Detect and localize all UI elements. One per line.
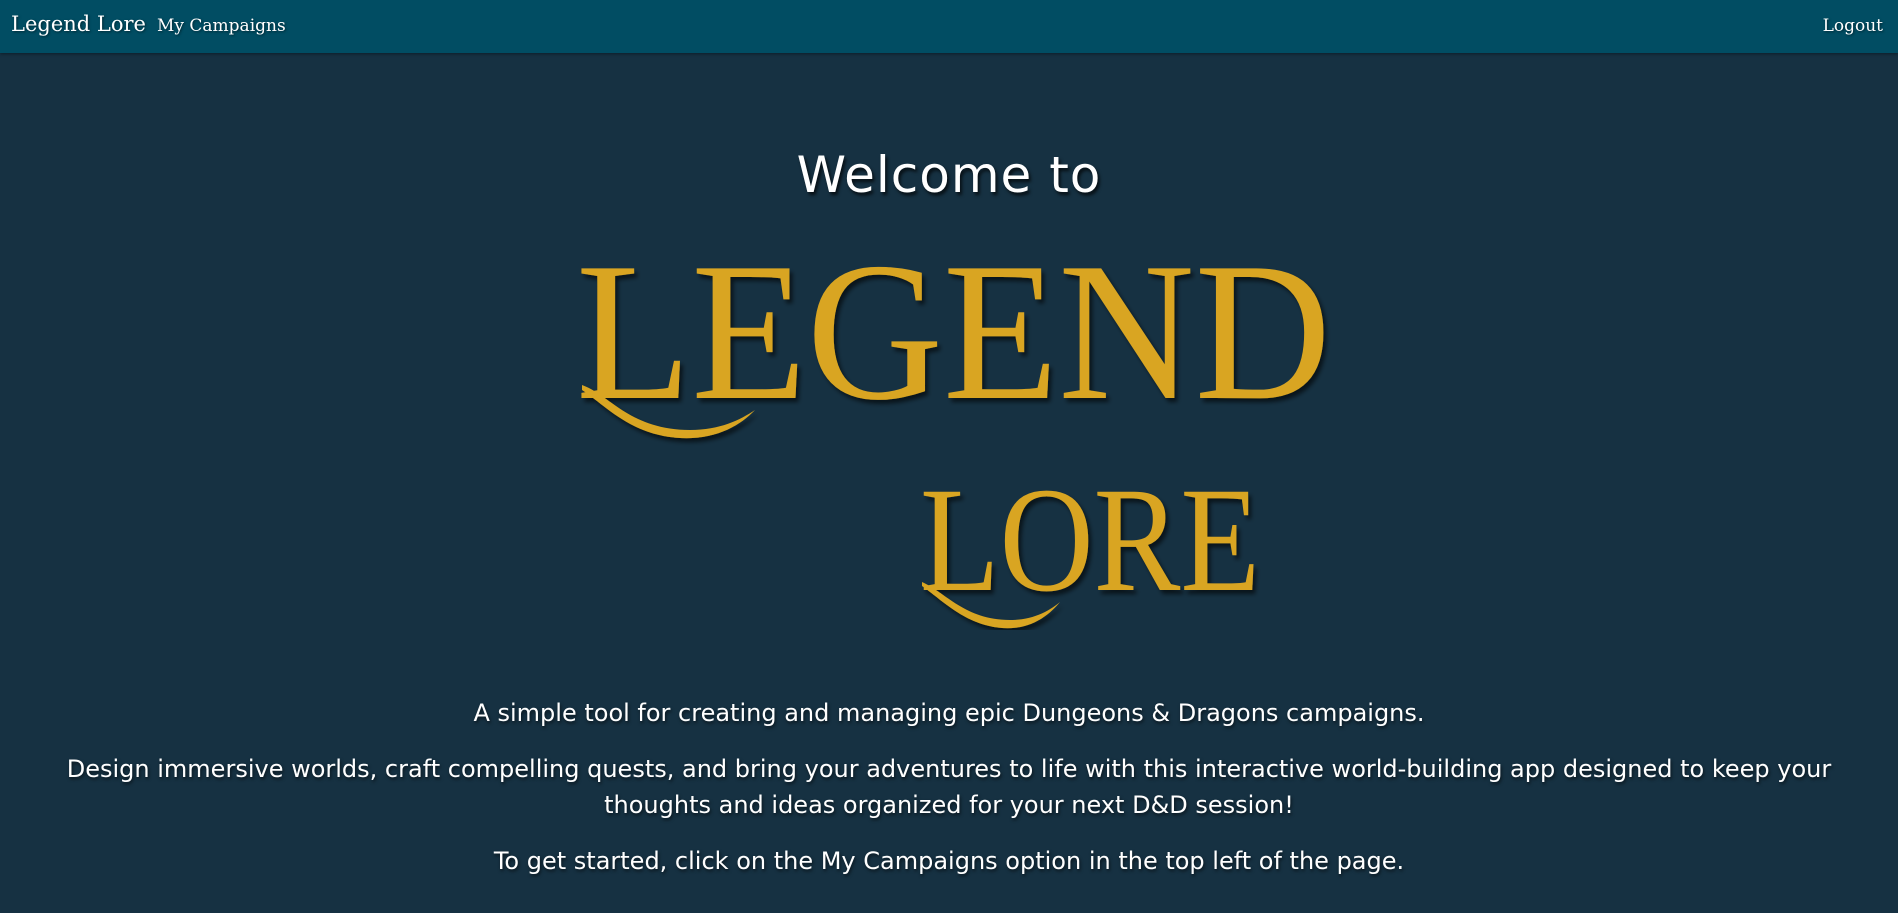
logo-word-legend: LEGEND [576,230,1331,441]
welcome-heading: Welcome to [796,146,1102,204]
logo-word-lore: LORE [920,457,1260,623]
my-campaigns-link[interactable]: My Campaigns [157,16,286,36]
getting-started-paragraph: To get started, click on the My Campaign… [493,847,1405,875]
brand-link[interactable]: Legend Lore [11,12,146,36]
legend-lore-logo: LEGEND LORE [576,230,1331,629]
description-paragraph: Design immersive worlds, craft compellin… [66,755,1832,819]
top-navbar: Legend Lore My Campaigns Logout [0,0,1898,53]
logout-link[interactable]: Logout [1823,16,1883,36]
intro-paragraph: A simple tool for creating and managing … [473,699,1425,727]
